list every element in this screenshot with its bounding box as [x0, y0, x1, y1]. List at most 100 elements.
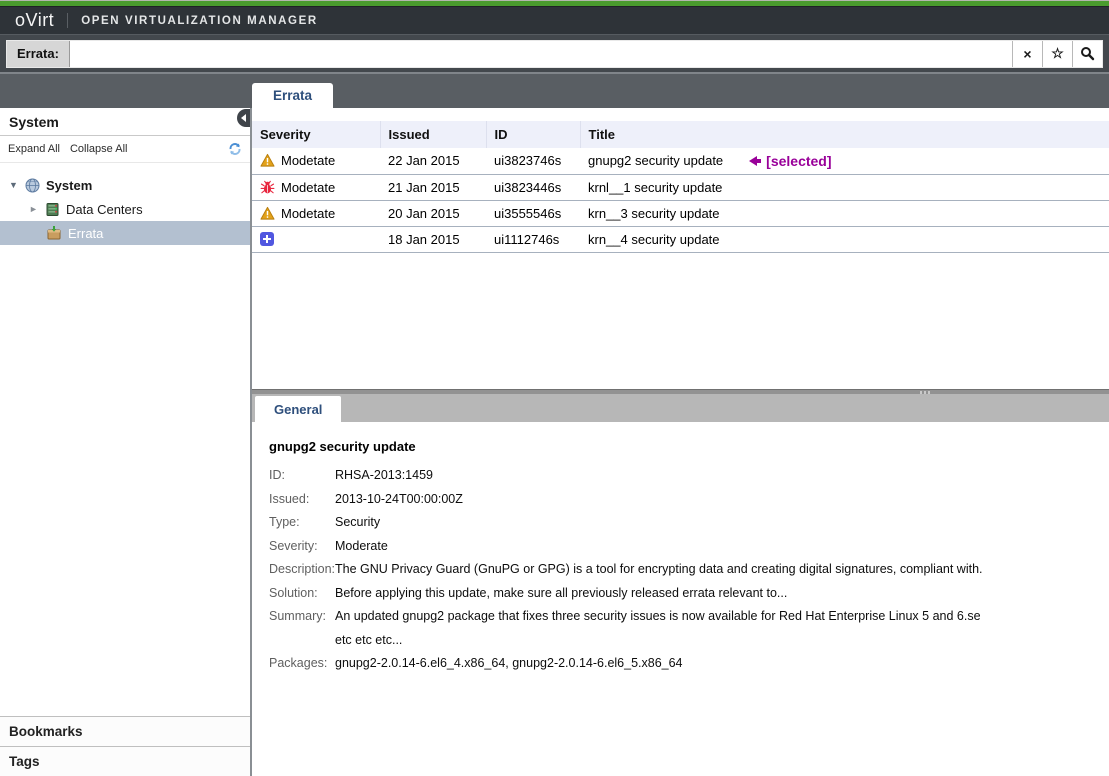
severity-text: Modetate: [281, 180, 335, 195]
column-header-severity[interactable]: Severity: [252, 121, 380, 148]
datacenter-icon: [45, 202, 60, 217]
tree-item-errata[interactable]: Errata: [0, 221, 250, 245]
globe-icon: [25, 178, 40, 193]
sidebar-title: System: [0, 108, 250, 136]
tree-item-system-label: System: [46, 178, 92, 193]
errata-table-container: Severity Issued ID Title: [252, 108, 1109, 389]
sidebar-spacer: [0, 245, 250, 716]
id-cell: ui3823746s: [486, 148, 580, 174]
table-row[interactable]: 18 Jan 2015 ui1112746s krn__4 security u…: [252, 226, 1109, 252]
title-cell: gnupg2 security update: [588, 153, 723, 168]
tree-item-errata-label: Errata: [68, 226, 103, 241]
column-header-title[interactable]: Title: [580, 121, 1109, 148]
masthead: oVirt OPEN VIRTUALIZATION MANAGER: [0, 7, 1109, 34]
selected-annotation: [selected]: [749, 153, 831, 169]
detail-row-summary: Summary: An updated gnupg2 package that …: [269, 610, 1089, 624]
refresh-icon[interactable]: [228, 142, 242, 156]
detail-label: Description:: [269, 563, 335, 577]
tab-errata-label: Errata: [273, 88, 312, 103]
search-bar: Errata: × ☆: [0, 34, 1109, 72]
left-arrow-icon: [749, 156, 757, 166]
detail-row-type: Type: Security: [269, 516, 1089, 530]
tree-item-data-centers-label: Data Centers: [66, 202, 143, 217]
detail-title: gnupg2 security update: [269, 439, 1089, 454]
id-cell: ui1112746s: [486, 226, 580, 252]
detail-label: Summary:: [269, 610, 335, 624]
system-tree-sidebar: System Expand All Collapse All ▼: [0, 108, 252, 776]
search-button[interactable]: [1072, 41, 1102, 67]
issued-cell: 20 Jan 2015: [380, 200, 486, 226]
detail-label: Solution:: [269, 587, 335, 601]
chevron-down-icon[interactable]: ▼: [9, 180, 19, 190]
detail-row-description: Description: The GNU Privacy Guard (GnuP…: [269, 563, 1089, 577]
table-row[interactable]: Modetate 22 Jan 2015 ui3823746s gnupg2 s…: [252, 148, 1109, 174]
tags-section-header[interactable]: Tags: [0, 746, 250, 776]
detail-row-solution: Solution: Before applying this update, m…: [269, 587, 1089, 601]
detail-label: Issued:: [269, 493, 335, 507]
table-row[interactable]: Modetate 21 Jan 2015 ui3823446s krnl__1 …: [252, 174, 1109, 200]
tree-controls: Expand All Collapse All: [0, 136, 250, 163]
table-row[interactable]: Modetate 20 Jan 2015 ui3555546s krn__3 s…: [252, 200, 1109, 226]
warning-icon: [260, 206, 275, 221]
tags-label: Tags: [9, 754, 40, 769]
title-cell: krn__3 security update: [580, 200, 1109, 226]
ovirt-logo: oVirt: [15, 10, 54, 31]
title-cell: krnl__1 security update: [580, 174, 1109, 200]
detail-value: The GNU Privacy Guard (GnuPG or GPG) is …: [335, 563, 983, 577]
selected-annotation-label: [selected]: [766, 153, 831, 169]
table-header-row: Severity Issued ID Title: [252, 121, 1109, 148]
warning-icon: [260, 153, 275, 168]
detail-value: An updated gnupg2 package that fixes thr…: [335, 610, 981, 624]
severity-text: Modetate: [281, 153, 335, 168]
tree-item-data-centers[interactable]: ► Data Centers: [0, 197, 250, 221]
sidebar-collapse-button[interactable]: [237, 109, 250, 127]
detail-value: Moderate: [335, 540, 388, 554]
bookmarks-section-header[interactable]: Bookmarks: [0, 716, 250, 746]
search-input[interactable]: [70, 41, 1012, 67]
errata-table: Severity Issued ID Title: [252, 121, 1109, 253]
magnifier-icon: [1080, 46, 1095, 61]
detail-label: ID:: [269, 469, 335, 483]
clear-search-button[interactable]: ×: [1012, 41, 1042, 67]
tree-item-system[interactable]: ▼ System: [0, 173, 250, 197]
id-cell: ui3555546s: [486, 200, 580, 226]
detail-label: [269, 634, 335, 648]
detail-pane: gnupg2 security update ID: RHSA-2013:145…: [252, 422, 1109, 776]
column-header-issued[interactable]: Issued: [380, 121, 486, 148]
detail-row-packages: Packages: gnupg2-2.0.14-6.el6_4.x86_64, …: [269, 657, 1089, 671]
tab-general[interactable]: General: [255, 396, 341, 422]
detail-tab-bar: General: [252, 394, 1109, 422]
collapse-all-link[interactable]: Collapse All: [70, 143, 127, 155]
issued-cell: 18 Jan 2015: [380, 226, 486, 252]
title-cell: krn__4 security update: [580, 226, 1109, 252]
issued-cell: 22 Jan 2015: [380, 148, 486, 174]
detail-value: gnupg2-2.0.14-6.el6_4.x86_64, gnupg2-2.0…: [335, 657, 683, 671]
system-tree: ▼ System ►: [0, 163, 250, 245]
package-icon: [46, 225, 62, 241]
logo-divider: [67, 13, 68, 28]
detail-value: RHSA-2013:1459: [335, 469, 433, 483]
tab-general-label: General: [274, 402, 322, 417]
chevron-right-icon[interactable]: ►: [29, 204, 39, 214]
detail-row-severity: Severity: Moderate: [269, 540, 1089, 554]
collapse-left-arrow-icon: [241, 114, 246, 122]
column-header-id[interactable]: ID: [486, 121, 580, 148]
detail-value: Before applying this update, make sure a…: [335, 587, 787, 601]
detail-label: Type:: [269, 516, 335, 530]
detail-label: Packages:: [269, 657, 335, 671]
left-arrow-shaft: [757, 159, 761, 163]
main-tab-bar: Errata: [0, 72, 1109, 108]
severity-text: Modetate: [281, 206, 335, 221]
main-content: Severity Issued ID Title: [252, 108, 1109, 776]
tab-errata[interactable]: Errata: [252, 83, 333, 108]
bookmark-search-button[interactable]: ☆: [1042, 41, 1072, 67]
bug-icon: [260, 180, 275, 195]
detail-row-summary-continued: etc etc etc...: [269, 634, 1089, 648]
search-scope-label: Errata:: [7, 41, 70, 67]
detail-value: 2013-10-24T00:00:00Z: [335, 493, 463, 507]
star-icon: ☆: [1051, 45, 1064, 62]
search-box: Errata: × ☆: [6, 40, 1103, 68]
detail-value: etc etc etc...: [335, 634, 402, 648]
expand-all-link[interactable]: Expand All: [8, 143, 60, 155]
plus-icon: [260, 232, 274, 246]
